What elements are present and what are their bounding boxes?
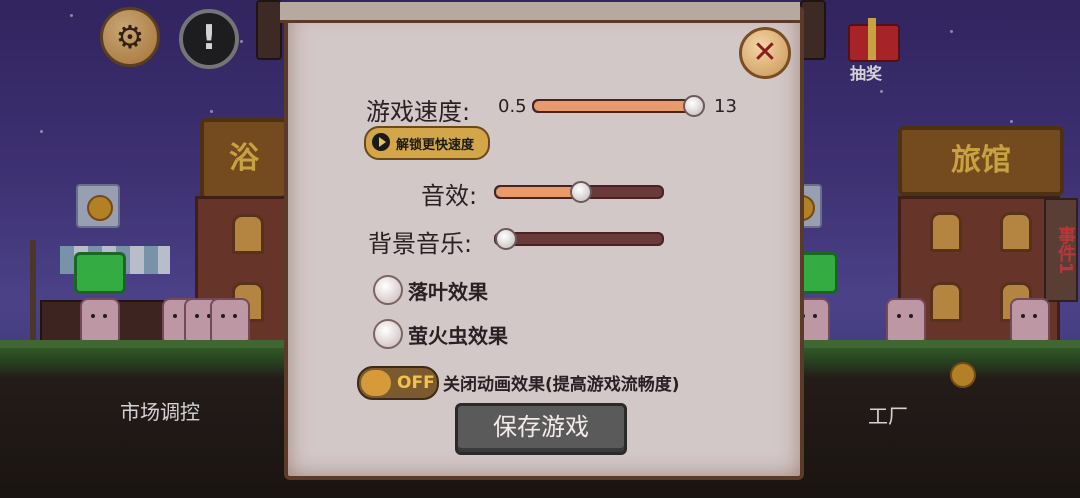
sound-effects-slider-fill bbox=[496, 187, 579, 197]
unlock-faster-speed-label: 解锁更快速度 bbox=[396, 138, 475, 153]
fireflies-radio[interactable] bbox=[373, 319, 403, 349]
save-game-label: 保存游戏 bbox=[493, 413, 589, 441]
unlock-faster-speed-button[interactable]: 解锁更快速度 bbox=[364, 126, 490, 160]
background-music-slider[interactable] bbox=[494, 228, 664, 250]
close-icon: ✕ bbox=[752, 35, 778, 70]
game-speed-slider-knob[interactable] bbox=[682, 95, 705, 117]
sound-effects-slider-knob[interactable] bbox=[570, 181, 592, 203]
sound-effects-slider[interactable] bbox=[494, 181, 664, 203]
falling-leaves-label[interactable]: 落叶效果 bbox=[408, 276, 488, 305]
sound-effects-label: 音效: bbox=[421, 182, 478, 210]
fireflies-label[interactable]: 萤火虫效果 bbox=[408, 320, 508, 349]
animation-toggle[interactable]: OFF bbox=[357, 366, 439, 400]
game-speed-min: 0.5 bbox=[498, 96, 527, 117]
falling-leaves-radio[interactable] bbox=[373, 275, 403, 305]
game-speed-slider[interactable] bbox=[532, 95, 705, 117]
save-game-button[interactable]: 保存游戏 bbox=[455, 403, 627, 455]
scroll-rod-left bbox=[256, 0, 282, 60]
game-speed-max: 13 bbox=[714, 96, 737, 117]
background-music-label: 背景音乐: bbox=[368, 230, 473, 258]
scroll-top-edge bbox=[280, 2, 800, 23]
animation-toggle-state: OFF bbox=[397, 373, 435, 393]
toggle-knob bbox=[361, 370, 391, 396]
play-icon bbox=[372, 133, 390, 151]
animation-toggle-label: 关闭动画效果(提高游戏流畅度) bbox=[443, 375, 680, 395]
game-speed-slider-fill bbox=[534, 101, 692, 111]
close-button[interactable]: ✕ bbox=[739, 27, 791, 79]
game-speed-label: 游戏速度: bbox=[366, 98, 471, 126]
